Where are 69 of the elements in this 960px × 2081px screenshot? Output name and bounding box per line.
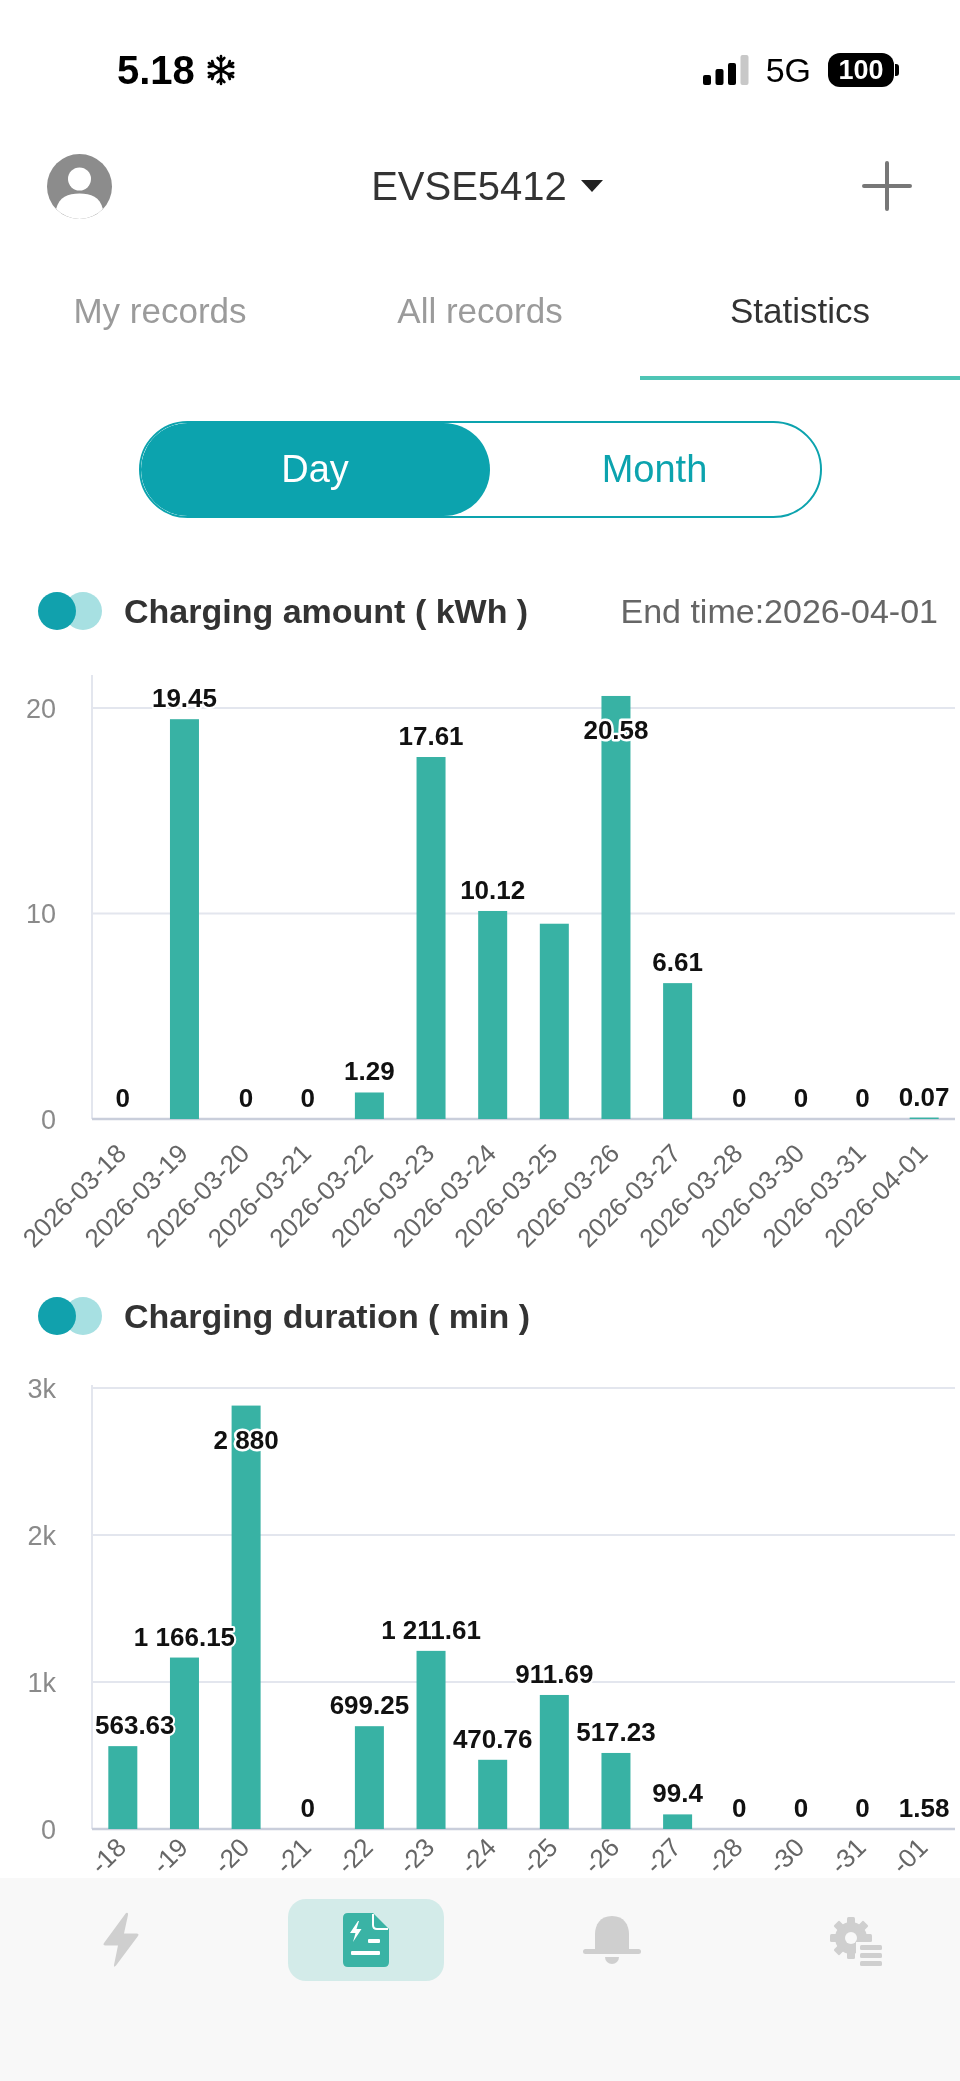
bar bbox=[478, 1759, 508, 1829]
y-axis-label: 10 bbox=[25, 899, 56, 930]
y-axis-label: 1k bbox=[27, 1668, 56, 1698]
value-label: 0.07 bbox=[898, 1081, 950, 1112]
status-time: 5.18 bbox=[117, 47, 195, 93]
y-axis-label: 0 bbox=[40, 1815, 56, 1845]
x-axis-label: -21 bbox=[269, 1832, 317, 1878]
document-icon bbox=[343, 1913, 390, 1967]
y-axis-label: 2k bbox=[27, 1520, 56, 1551]
bar bbox=[354, 1092, 384, 1119]
x-axis-label: -25 bbox=[515, 1832, 564, 1878]
tab[interactable]: My records bbox=[0, 272, 320, 380]
device-selector[interactable]: EVSE5412 bbox=[371, 163, 603, 209]
chart-title: Charging amount ( kWh ) bbox=[124, 591, 529, 631]
value-label: 0 bbox=[793, 1083, 809, 1113]
value-label: 10.12 bbox=[460, 875, 526, 905]
value-label: 99.4 bbox=[652, 1778, 703, 1809]
nav-button[interactable] bbox=[288, 1899, 445, 1981]
value-label: 0 bbox=[855, 1083, 870, 1113]
value-label: 19.45 bbox=[151, 683, 217, 714]
x-axis-label: -28 bbox=[700, 1832, 749, 1878]
gear-icon bbox=[830, 1914, 884, 1966]
bar bbox=[663, 1814, 693, 1829]
signal-icon bbox=[702, 55, 749, 85]
value-label: 0 bbox=[300, 1793, 315, 1823]
x-axis-label: -27 bbox=[639, 1832, 687, 1878]
value-label: 1 211.61 bbox=[381, 1614, 481, 1645]
bell-icon bbox=[582, 1914, 641, 1966]
caret-icon bbox=[580, 180, 603, 192]
x-axis-label: -01 bbox=[885, 1832, 934, 1878]
y-axis-label: 0 bbox=[40, 1105, 56, 1135]
legend-icon bbox=[38, 1297, 102, 1335]
value-label: 0 bbox=[855, 1793, 870, 1823]
avatar-icon[interactable] bbox=[47, 153, 112, 219]
legend-icon bbox=[38, 592, 102, 630]
value-label: 0 bbox=[732, 1793, 747, 1823]
value-label: 0 bbox=[793, 1793, 809, 1823]
x-axis-label: -30 bbox=[762, 1832, 811, 1878]
x-axis-label: -20 bbox=[207, 1832, 256, 1878]
x-axis-label: -19 bbox=[145, 1832, 194, 1878]
value-label: 911.69 bbox=[515, 1658, 594, 1689]
value-label: 17.61 bbox=[398, 721, 464, 751]
x-axis-label: -24 bbox=[454, 1832, 502, 1878]
value-label: 1.29 bbox=[344, 1056, 395, 1087]
battery-indicator: 100 bbox=[828, 53, 899, 87]
network-type: 5G bbox=[765, 50, 811, 90]
x-axis-label: -26 bbox=[577, 1832, 626, 1878]
x-axis-label: -31 bbox=[824, 1832, 872, 1878]
x-axis-label: -23 bbox=[392, 1832, 441, 1878]
segment-button[interactable]: Month bbox=[489, 423, 820, 516]
value-label: 517.23 bbox=[576, 1716, 656, 1747]
value-label: 0 bbox=[732, 1083, 747, 1113]
tab[interactable]: All records bbox=[320, 272, 640, 380]
tab[interactable]: Statistics bbox=[640, 272, 960, 380]
plus-icon[interactable] bbox=[862, 161, 912, 211]
value-label: 0 bbox=[238, 1083, 254, 1113]
value-label: 6.61 bbox=[652, 947, 703, 978]
x-axis-label: -22 bbox=[330, 1832, 379, 1878]
value-label: 470.76 bbox=[452, 1723, 533, 1754]
value-label: 1.58 bbox=[898, 1792, 950, 1823]
value-label: 0 bbox=[300, 1083, 315, 1113]
y-axis-label: 20 bbox=[25, 693, 56, 724]
chart-title: Charging duration ( min ) bbox=[124, 1296, 531, 1336]
value-label: 0 bbox=[115, 1083, 131, 1113]
segment-button[interactable]: Day bbox=[140, 423, 490, 516]
x-axis-label: -18 bbox=[84, 1832, 133, 1878]
value-label: 699.25 bbox=[329, 1690, 410, 1721]
end-time-label: End time:2026-04-01 bbox=[620, 591, 938, 631]
y-axis-label: 3k bbox=[27, 1373, 56, 1404]
